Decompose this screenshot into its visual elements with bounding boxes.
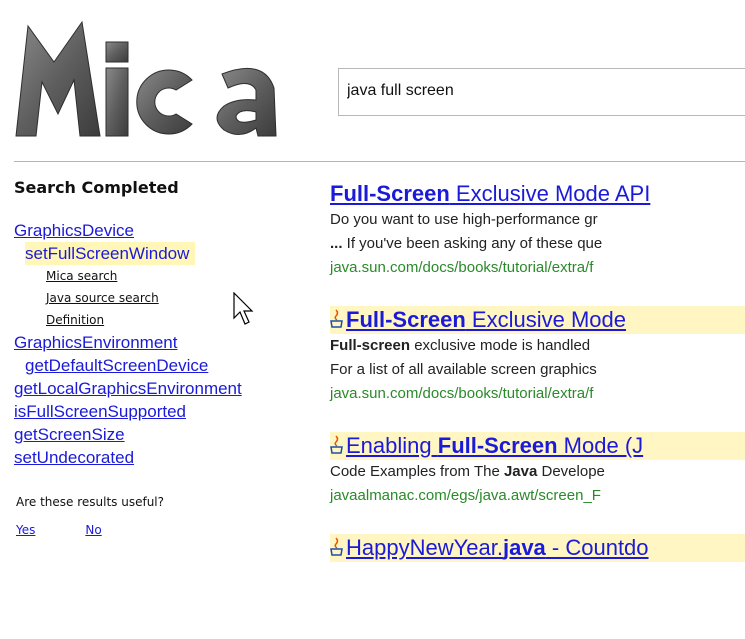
useful-question: Are these results useful? — [16, 495, 165, 509]
title-rest: Exclusive Mode — [465, 307, 626, 332]
title-rest: Exclusive Mode API — [449, 181, 651, 206]
tree-item-label: setFullScreenWindow — [25, 242, 196, 265]
tree-item-graphicsenvironment[interactable]: GraphicsEnvironment — [14, 331, 324, 354]
title-bold: Full-Screen — [437, 433, 558, 458]
title-rest: - Countdo — [545, 535, 649, 560]
title-pre: Enabling — [346, 433, 438, 458]
tree-item-getdefaultscreendevice[interactable]: getDefaultScreenDevice — [14, 354, 324, 377]
tree-item-graphicsdevice[interactable]: GraphicsDevice — [14, 219, 324, 242]
result-snippet: Code Examples from The Java Develope — [330, 463, 605, 480]
result-title-link[interactable]: Enabling Full-Screen Mode (J — [330, 432, 745, 460]
result-item: Full-Screen Exclusive Mode Full-screen e… — [330, 306, 745, 406]
result-url: javaalmanac.com/egs/java.awt/screen_F — [330, 487, 601, 504]
result-item: HappyNewYear.java - Countdo — [330, 534, 745, 562]
result-snippet: Full-screen exclusive mode is handled — [330, 337, 591, 354]
title-bold: java — [502, 535, 546, 560]
result-item: Enabling Full-Screen Mode (J Code Exampl… — [330, 432, 745, 508]
header-divider — [14, 161, 745, 162]
result-title-link[interactable]: Full-Screen Exclusive Mode API — [330, 180, 745, 208]
tree-item-getscreensize[interactable]: getScreenSize — [14, 423, 324, 446]
result-snippet: Do you want to use high-performance gr — [330, 211, 598, 228]
search-status: Search Completed — [14, 178, 179, 197]
java-cup-icon — [330, 309, 343, 328]
title-pre: HappyNewYear. — [346, 535, 503, 560]
mouse-pointer-icon — [233, 292, 254, 325]
tree-item-getlocalgraphicsenvironment[interactable]: getLocalGraphicsEnvironment — [14, 377, 324, 400]
result-url: java.sun.com/docs/books/tutorial/extra/f — [330, 259, 594, 276]
result-snippet: ... If you've been asking any of these q… — [330, 235, 603, 252]
tree-item-setfullscreenwindow[interactable]: setFullScreenWindow — [14, 242, 324, 265]
search-field[interactable] — [338, 68, 745, 116]
search-input[interactable] — [339, 69, 745, 113]
mica-logo[interactable] — [14, 18, 306, 138]
no-link[interactable]: No — [85, 523, 101, 537]
sidebar: Search Completed GraphicsDevice setFullS… — [14, 178, 324, 537]
result-snippet: For a list of all available screen graph… — [330, 361, 597, 378]
title-bold: Full-Screen — [346, 307, 466, 332]
result-title-link[interactable]: HappyNewYear.java - Countdo — [330, 534, 745, 562]
result-url: java.sun.com/docs/books/tutorial/extra/f — [330, 385, 594, 402]
mica-search-link[interactable]: Mica search — [14, 265, 324, 287]
definition-link[interactable]: Definition — [14, 309, 324, 331]
result-title-link[interactable]: Full-Screen Exclusive Mode — [330, 306, 745, 334]
tree-item-setundecorated[interactable]: setUndecorated — [14, 446, 324, 469]
tree-item-isfullscreensupported[interactable]: isFullScreenSupported — [14, 400, 324, 423]
title-rest: Mode (J — [557, 433, 644, 458]
results-list: Full-Screen Exclusive Mode API Do you wa… — [330, 180, 745, 588]
yes-link[interactable]: Yes — [16, 523, 35, 537]
title-bold: Full-Screen — [330, 181, 450, 206]
feedback-links: Yes No — [14, 523, 324, 537]
result-item: Full-Screen Exclusive Mode API Do you wa… — [330, 180, 745, 280]
java-cup-icon — [330, 435, 343, 454]
java-source-search-link[interactable]: Java source search — [14, 287, 324, 309]
java-cup-icon — [330, 537, 343, 556]
